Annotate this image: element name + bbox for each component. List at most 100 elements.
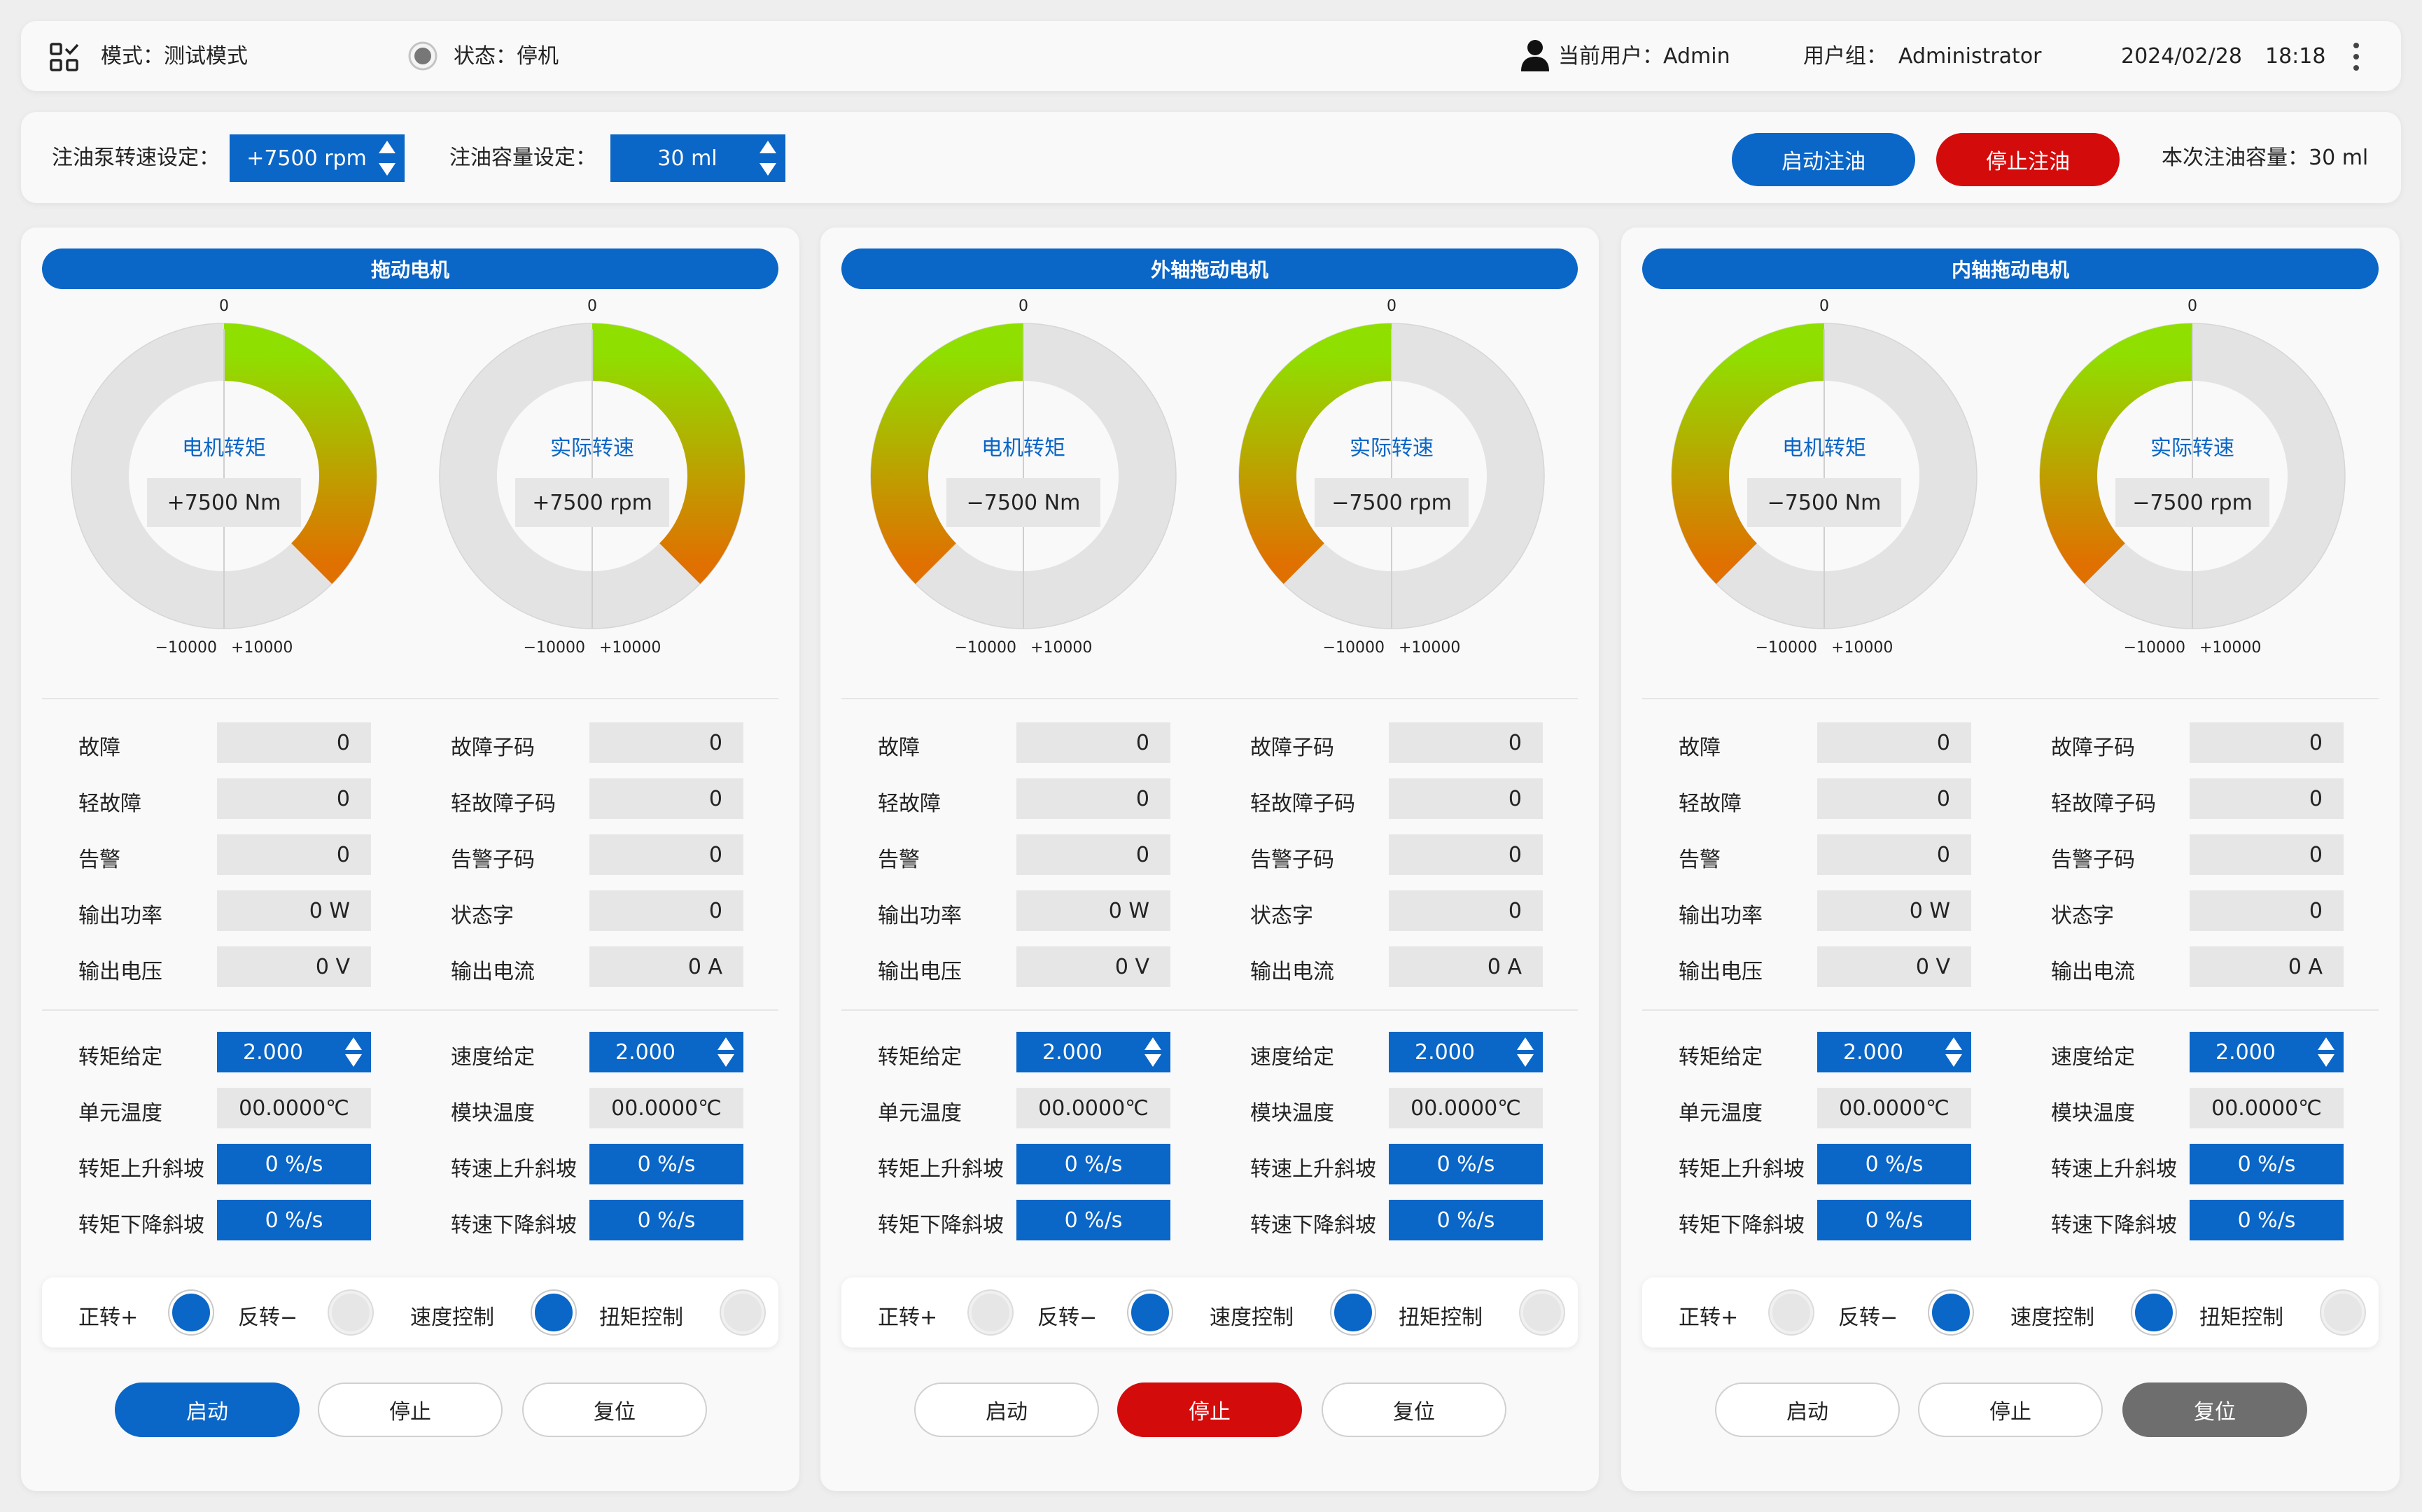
forward-radio[interactable] bbox=[1770, 1291, 1813, 1334]
speed-gauge: 0 实际转速 −7500 rpm −10000 +10000 bbox=[2038, 298, 2346, 662]
speed-ramp-up-input[interactable]: 0 %/s bbox=[589, 1144, 743, 1184]
divider bbox=[841, 698, 1578, 699]
reverse-label: 反转− bbox=[238, 1306, 298, 1330]
gauge-title: 实际转速 bbox=[1350, 436, 1434, 461]
speed-control-radio[interactable] bbox=[1331, 1291, 1375, 1334]
motor-panel-2: 外轴拖动电机 0 电机转矩 −7500 Nm −10000 +10000 0 实… bbox=[820, 227, 1599, 1491]
forward-radio[interactable] bbox=[969, 1291, 1012, 1334]
start-button[interactable]: 启动 bbox=[914, 1382, 1099, 1437]
torque-control-radio[interactable] bbox=[1520, 1291, 1564, 1334]
gauge-title: 电机转矩 bbox=[1782, 436, 1866, 461]
stepper-arrows-icon[interactable] bbox=[1515, 1032, 1536, 1072]
torque-setpoint-value: 2.000 bbox=[1843, 1040, 1903, 1065]
pump-speed-label: 注油泵转速设定： bbox=[52, 146, 220, 170]
alarm-code-label: 告警子码 bbox=[1250, 848, 1334, 872]
torque-setpoint-stepper[interactable]: 2.000 bbox=[1016, 1032, 1170, 1072]
stepper-arrows-icon[interactable] bbox=[377, 134, 398, 182]
divider bbox=[42, 698, 778, 699]
volume-stepper[interactable]: 30 ml bbox=[610, 134, 785, 182]
stepper-arrows-icon[interactable] bbox=[1142, 1032, 1163, 1072]
speed-ramp-up-input[interactable]: 0 %/s bbox=[1389, 1144, 1543, 1184]
gauge-top-label: 0 bbox=[587, 298, 597, 315]
torque-ramp-up-input[interactable]: 0 %/s bbox=[1817, 1144, 1971, 1184]
gauge-top-label: 0 bbox=[1018, 298, 1028, 315]
minor-fault-code-label: 轻故障子码 bbox=[1250, 792, 1355, 816]
start-oil-button[interactable]: 启动注油 bbox=[1732, 133, 1915, 186]
speed-ramp-down-input[interactable]: 0 %/s bbox=[1389, 1200, 1543, 1240]
stop-button[interactable]: 停止 bbox=[1918, 1382, 2103, 1437]
torque-ramp-up-label: 转矩上升斜坡 bbox=[78, 1157, 204, 1182]
torque-setpoint-stepper[interactable]: 2.000 bbox=[217, 1032, 371, 1072]
reset-button[interactable]: 复位 bbox=[2122, 1382, 2307, 1437]
stop-button[interactable]: 停止 bbox=[318, 1382, 503, 1437]
fault-field: 0 bbox=[1016, 722, 1170, 763]
gauge-min-label: −10000 bbox=[2123, 639, 2185, 657]
stop-oil-button[interactable]: 停止注油 bbox=[1936, 133, 2120, 186]
stop-button[interactable]: 停止 bbox=[1117, 1382, 1302, 1437]
speed-setpoint-value: 2.000 bbox=[615, 1040, 676, 1065]
oil-injection-bar: 注油泵转速设定： +7500 rpm 注油容量设定： 30 ml 启动注油 停止… bbox=[21, 112, 2401, 203]
speed-ramp-up-label: 转速上升斜坡 bbox=[2051, 1157, 2177, 1182]
mode-toggle-bar: 正转+ 反转− 速度控制 扭矩控制 bbox=[841, 1278, 1578, 1348]
stepper-arrows-icon[interactable] bbox=[757, 134, 778, 182]
speed-setpoint-stepper[interactable]: 2.000 bbox=[589, 1032, 743, 1072]
minor-fault-code-field: 0 bbox=[1389, 778, 1543, 819]
torque-ramp-up-input[interactable]: 0 %/s bbox=[1016, 1144, 1170, 1184]
stepper-arrows-icon[interactable] bbox=[2316, 1032, 2337, 1072]
output-current-field: 0 A bbox=[2190, 946, 2344, 987]
speed-control-radio[interactable] bbox=[532, 1291, 575, 1334]
speed-ramp-up-input[interactable]: 0 %/s bbox=[2190, 1144, 2344, 1184]
start-button[interactable]: 启动 bbox=[1715, 1382, 1900, 1437]
reset-button[interactable]: 复位 bbox=[1322, 1382, 1506, 1437]
mode-toggle-bar: 正转+ 反转− 速度控制 扭矩控制 bbox=[42, 1278, 778, 1348]
torque-setpoint-stepper[interactable]: 2.000 bbox=[1817, 1032, 1971, 1072]
fault-label: 故障 bbox=[878, 736, 920, 760]
reverse-radio[interactable] bbox=[329, 1291, 372, 1334]
alarm-label: 告警 bbox=[1679, 848, 1721, 872]
time: 18:18 bbox=[2265, 44, 2326, 69]
stepper-arrows-icon[interactable] bbox=[343, 1032, 364, 1072]
forward-radio[interactable] bbox=[169, 1291, 213, 1334]
minor-fault-label: 轻故障 bbox=[878, 792, 941, 816]
gauge-max-label: +10000 bbox=[1831, 639, 1893, 657]
torque-gauge: 0 电机转矩 −7500 Nm −10000 +10000 bbox=[1670, 298, 1978, 662]
start-button[interactable]: 启动 bbox=[115, 1382, 300, 1437]
alarm-label: 告警 bbox=[878, 848, 920, 872]
forward-label: 正转+ bbox=[78, 1306, 139, 1330]
speed-setpoint-stepper[interactable]: 2.000 bbox=[1389, 1032, 1543, 1072]
alarm-field: 0 bbox=[1817, 834, 1971, 875]
torque-ramp-down-label: 转矩下降斜坡 bbox=[1679, 1213, 1805, 1238]
speed-control-radio[interactable] bbox=[2132, 1291, 2176, 1334]
minor-fault-label: 轻故障 bbox=[1679, 792, 1742, 816]
pump-speed-stepper[interactable]: +7500 rpm bbox=[230, 134, 405, 182]
grid-check-icon[interactable] bbox=[49, 42, 80, 73]
stepper-arrows-icon[interactable] bbox=[1943, 1032, 1964, 1072]
output-current-label: 输出电流 bbox=[451, 960, 535, 984]
alarm-code-label: 告警子码 bbox=[451, 848, 535, 872]
kebab-menu-icon[interactable] bbox=[2349, 41, 2363, 73]
reset-button[interactable]: 复位 bbox=[522, 1382, 707, 1437]
volume-label: 注油容量设定： bbox=[449, 146, 596, 170]
panel-title: 外轴拖动电机 bbox=[841, 248, 1578, 289]
torque-ramp-up-input[interactable]: 0 %/s bbox=[217, 1144, 371, 1184]
panel-title: 内轴拖动电机 bbox=[1642, 248, 2379, 289]
torque-control-radio[interactable] bbox=[2321, 1291, 2365, 1334]
speed-ramp-down-input[interactable]: 0 %/s bbox=[2190, 1200, 2344, 1240]
gauge-max-label: +10000 bbox=[599, 639, 662, 657]
speed-ramp-down-label: 转速下降斜坡 bbox=[2051, 1213, 2177, 1238]
speed-setpoint-stepper[interactable]: 2.000 bbox=[2190, 1032, 2344, 1072]
gauge-min-label: −10000 bbox=[1755, 639, 1817, 657]
torque-control-label: 扭矩控制 bbox=[599, 1306, 683, 1330]
reverse-radio[interactable] bbox=[1128, 1291, 1172, 1334]
alarm-code-field: 0 bbox=[2190, 834, 2344, 875]
torque-setpoint-value: 2.000 bbox=[243, 1040, 303, 1065]
torque-ramp-down-input[interactable]: 0 %/s bbox=[217, 1200, 371, 1240]
stepper-arrows-icon[interactable] bbox=[715, 1032, 736, 1072]
output-voltage-field: 0 V bbox=[1817, 946, 1971, 987]
speed-ramp-down-input[interactable]: 0 %/s bbox=[589, 1200, 743, 1240]
reverse-radio[interactable] bbox=[1929, 1291, 1973, 1334]
torque-ramp-down-input[interactable]: 0 %/s bbox=[1016, 1200, 1170, 1240]
torque-control-radio[interactable] bbox=[721, 1291, 764, 1334]
minor-fault-label: 轻故障 bbox=[78, 792, 141, 816]
torque-ramp-down-input[interactable]: 0 %/s bbox=[1817, 1200, 1971, 1240]
